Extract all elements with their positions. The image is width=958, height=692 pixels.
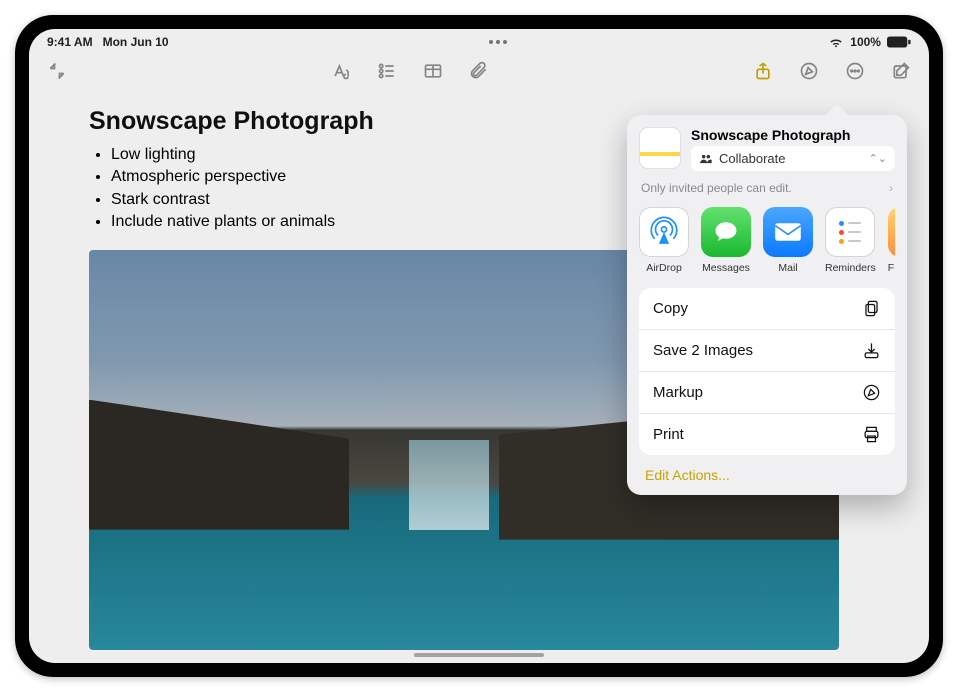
- more-icon[interactable]: [845, 61, 865, 81]
- app-icon: [888, 207, 895, 257]
- copy-icon: [862, 299, 881, 318]
- compose-icon[interactable]: [891, 61, 911, 81]
- action-print[interactable]: Print: [639, 414, 895, 455]
- airdrop-icon: [639, 207, 689, 257]
- share-sheet: Snowscape Photograph Collaborate ⌃⌄ Only…: [627, 115, 907, 495]
- reminders-icon: [825, 207, 875, 257]
- chevron-updown-icon: ⌃⌄: [869, 152, 887, 165]
- attach-icon[interactable]: [469, 61, 489, 81]
- checklist-icon[interactable]: [377, 61, 397, 81]
- share-actions-list: Copy Save 2 Images Markup Print: [639, 288, 895, 455]
- markup-icon: [862, 383, 881, 402]
- print-icon: [862, 425, 881, 444]
- share-apps-row: AirDrop Messages Mail: [639, 207, 895, 274]
- edit-actions-link[interactable]: Edit Actions...: [639, 455, 895, 487]
- exit-full-icon[interactable]: [47, 61, 67, 81]
- share-app-mail[interactable]: Mail: [763, 207, 813, 274]
- status-date: Mon Jun 10: [103, 35, 169, 49]
- collaborate-selector[interactable]: Collaborate ⌃⌄: [691, 146, 895, 171]
- format-text-icon[interactable]: [331, 61, 351, 81]
- chevron-right-icon: ›: [889, 181, 893, 195]
- action-markup[interactable]: Markup: [639, 372, 895, 414]
- home-indicator[interactable]: [414, 653, 544, 657]
- table-icon[interactable]: [423, 61, 443, 81]
- share-app-reminders[interactable]: Reminders: [825, 207, 876, 274]
- toolbar: [29, 51, 929, 91]
- save-icon: [862, 341, 881, 360]
- markup-tool-icon[interactable]: [799, 61, 819, 81]
- people-icon: [699, 152, 713, 166]
- mail-icon: [763, 207, 813, 257]
- permission-row[interactable]: Only invited people can edit. ›: [641, 181, 893, 195]
- wifi-icon: [828, 36, 844, 48]
- share-app-more[interactable]: Fr: [888, 207, 895, 274]
- share-title: Snowscape Photograph: [691, 127, 895, 143]
- share-icon[interactable]: [753, 61, 773, 81]
- notes-app-icon: [639, 127, 681, 169]
- status-bar: 9:41 AM Mon Jun 10 100%: [29, 29, 929, 51]
- messages-icon: [701, 207, 751, 257]
- multitask-dots[interactable]: [489, 40, 507, 44]
- action-save-images[interactable]: Save 2 Images: [639, 330, 895, 372]
- status-time: 9:41 AM: [47, 35, 93, 49]
- battery-icon: [887, 36, 911, 48]
- share-app-airdrop[interactable]: AirDrop: [639, 207, 689, 274]
- share-app-messages[interactable]: Messages: [701, 207, 751, 274]
- action-copy[interactable]: Copy: [639, 288, 895, 330]
- battery-percent: 100%: [850, 35, 881, 49]
